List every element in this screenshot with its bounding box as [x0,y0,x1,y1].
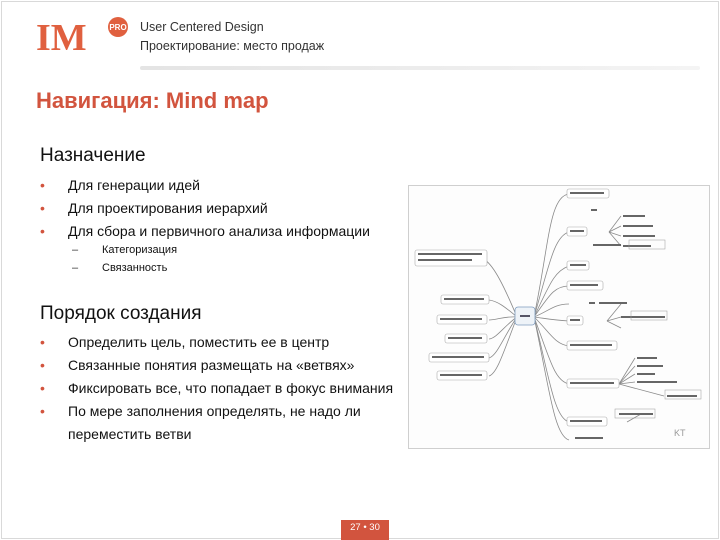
course-subtitle: Проектирование: место продаж [140,39,325,53]
section-title-purpose: Назначение [40,145,146,166]
section-title-procedure: Порядок создания [40,303,202,324]
list-item: • Для проектирования иерархий [40,197,370,220]
bullet-icon: • [40,403,45,419]
list-item: • Определить цель, поместить ее в центр [40,331,410,354]
svg-text:PRO: PRO [109,23,126,32]
bullet-icon: • [40,334,45,350]
purpose-sublist: – Категоризация – Связанность [72,241,177,277]
mind-map-image: KT [408,185,710,449]
im-pro-logo: IM PRO [36,17,128,56]
purpose-list: • Для генерации идей • Для проектирования … [40,174,370,243]
bullet-icon: • [40,357,45,373]
list-item: – Связанность [72,259,177,277]
list-item: • Связанные понятия размещать на «ветвях» [40,354,410,377]
list-item: • По мере заполнения определять, не надо … [40,400,410,446]
slide-header: IM PRO User Centered Design Проектирован… [0,0,720,70]
list-item: • Для сбора и первичного анализа информац… [40,220,370,243]
bullet-icon: • [40,380,45,396]
bullet-icon: • [40,177,45,193]
header-text: User Centered Design Проектирование: мес… [140,18,324,56]
course-title: User Centered Design [140,20,264,34]
slide-title: Навигация: Mind map [36,88,269,113]
list-item: • Для генерации идей [40,174,370,197]
header-divider [140,66,700,70]
mind-map-drawing: KT [414,188,702,441]
bullet-icon: • [40,200,45,216]
dash-icon: – [72,244,79,256]
bullet-icon: • [40,223,45,239]
svg-text:IM: IM [36,17,87,56]
list-item: – Категоризация [72,241,177,259]
svg-text:KT: KT [674,428,686,438]
procedure-list: • Определить цель, поместить ее в центр •… [40,331,410,446]
dash-icon: – [72,262,79,274]
page-number: 27 • 30 [350,522,380,533]
list-item: • Фиксировать все, что попадает в фокус в… [40,377,410,400]
